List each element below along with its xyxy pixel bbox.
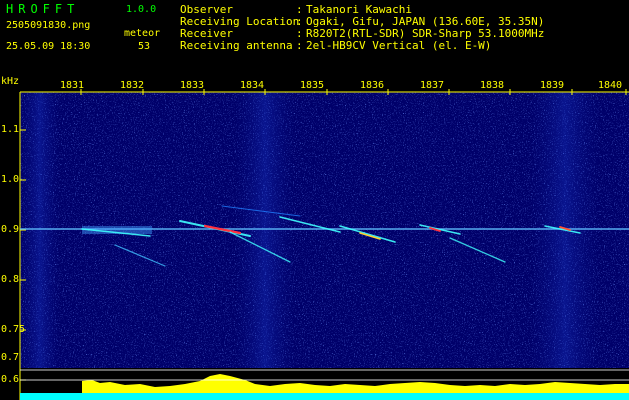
info-label-antenna: Receiving antenna — [180, 39, 293, 52]
info-separator: : — [296, 39, 303, 52]
x-tick-label: 1832 — [120, 80, 145, 91]
y-tick-label: 1.1 — [1, 124, 20, 135]
level-baseline — [20, 393, 629, 400]
x-tick-label: 1840 — [598, 80, 623, 91]
y-tick-label: 0.6 — [1, 374, 20, 385]
app-version: 1.0.0 — [126, 4, 157, 15]
x-tick-label: 1838 — [480, 80, 505, 91]
spectrogram-plot — [19, 89, 629, 400]
x-tick-label: 1835 — [300, 80, 325, 91]
x-tick-label: 1839 — [540, 80, 565, 91]
x-tick-label: 1833 — [180, 80, 205, 91]
x-tick-label: 1836 — [360, 80, 385, 91]
y-tick-label: 0.7 — [1, 352, 20, 363]
y-tick-label: 0.8 — [1, 274, 20, 285]
x-tick-label: 1834 — [240, 80, 265, 91]
file-name: 2505091830.png — [6, 20, 91, 31]
app-title: HROFFT — [6, 2, 80, 16]
x-tick-label: 1837 — [420, 80, 445, 91]
observation-datetime: 25.05.09 18:30 — [6, 41, 91, 52]
signal-level-bars — [82, 374, 629, 393]
axis-unit-label: kHz — [1, 76, 20, 87]
y-tick-label: 0.9 — [1, 224, 20, 235]
hrofft-window: HROFFT 1.0.0 2505091830.png meteor 25.05… — [0, 0, 629, 400]
y-tick-label: 1.0 — [1, 174, 20, 185]
x-tick-label: 1831 — [60, 80, 85, 91]
meteor-label: meteor — [124, 28, 161, 39]
meteor-count: 53 — [138, 41, 151, 52]
info-value-antenna: 2el-HB9CV Vertical (el. E-W) — [306, 39, 492, 52]
noise-band — [235, 92, 295, 368]
y-tick-label: 0.75 — [1, 324, 26, 335]
